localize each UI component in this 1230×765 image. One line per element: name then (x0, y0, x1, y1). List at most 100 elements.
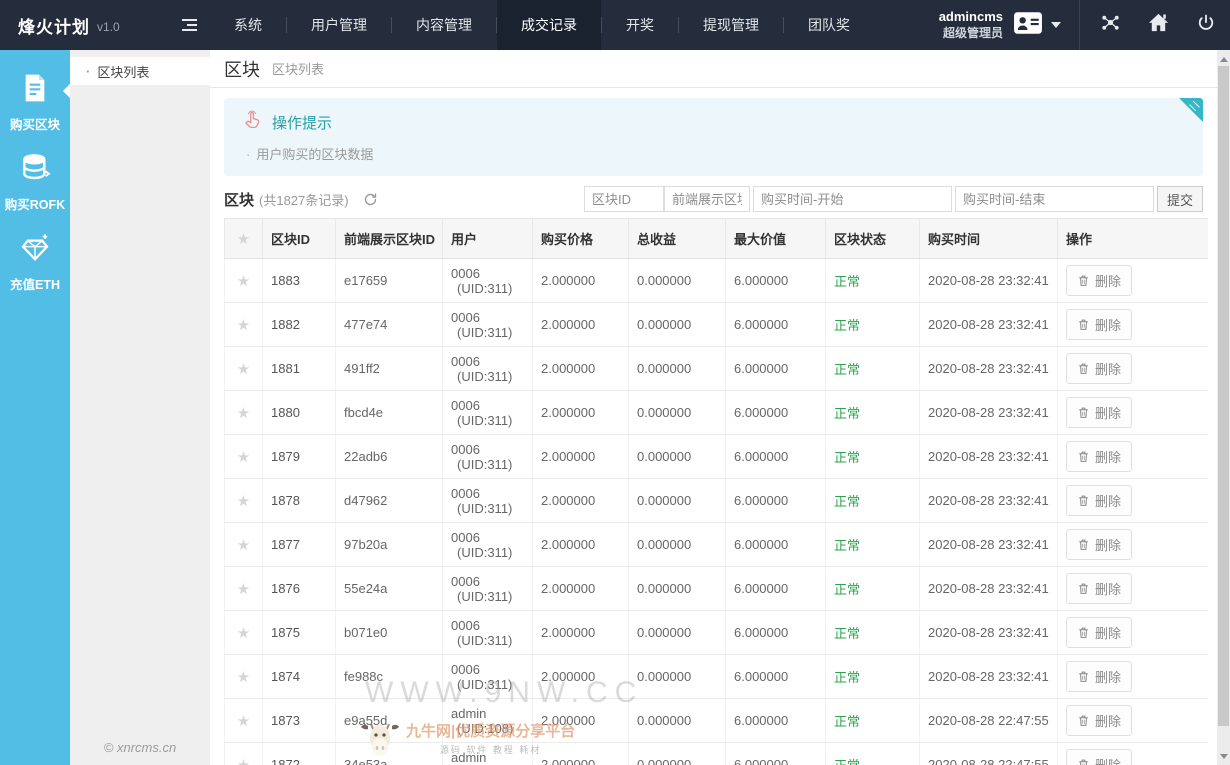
table-row: ★ 1883 e17659 0006 (UID:311) 2.000000 0.… (225, 259, 1208, 303)
scrollbar-thumb[interactable] (1218, 66, 1229, 726)
cell-front-id: b071e0 (336, 611, 443, 655)
scrollbar-up-arrow[interactable] (1217, 52, 1230, 66)
nav-item-lottery[interactable]: 开奖 (602, 0, 678, 50)
nav-item-transactions[interactable]: 成交记录 (497, 0, 601, 50)
cell-price: 2.000000 (533, 391, 629, 435)
delete-button[interactable]: 删除 (1066, 617, 1132, 648)
document-icon (19, 72, 51, 109)
cell-star: ★ (225, 567, 263, 611)
star-icon[interactable]: ★ (237, 405, 250, 422)
logout-button[interactable] (1182, 0, 1230, 50)
cell-star: ★ (225, 303, 263, 347)
sidebar-item-buy-rofk[interactable]: 购买ROFK (0, 142, 70, 222)
username: admincms (939, 9, 1003, 25)
cell-max: 6.000000 (726, 743, 826, 765)
star-icon[interactable]: ★ (237, 625, 250, 642)
cell-front-id: 97b20a (336, 523, 443, 567)
star-icon[interactable]: ★ (237, 713, 250, 730)
profile-menu[interactable] (1013, 11, 1061, 40)
cell-user: 0006 (UID:311) (443, 435, 533, 479)
cell-front-id: 55e24a (336, 567, 443, 611)
delete-button[interactable]: 删除 (1066, 485, 1132, 516)
front-block-id-input[interactable] (664, 186, 750, 212)
scrollbar-down-arrow[interactable] (1217, 749, 1230, 763)
alert-title: 操作提示 (272, 112, 332, 133)
table-row: ★ 1880 fbcd4e 0006 (UID:311) 2.000000 0.… (225, 391, 1208, 435)
network-button[interactable] (1086, 0, 1134, 50)
delete-button[interactable]: 删除 (1066, 353, 1132, 384)
star-icon[interactable]: ★ (237, 317, 250, 334)
blocks-table: ★ 区块ID 前端展示区块ID 用户 购买价格 总收益 最大价值 区块状态 购买… (224, 218, 1208, 765)
vertical-scrollbar[interactable] (1217, 50, 1230, 765)
buy-time-start-input[interactable] (753, 186, 952, 212)
sidebar-toggle-icon[interactable] (182, 19, 197, 31)
cell-time: 2020-08-28 22:47:55 (920, 699, 1058, 743)
star-icon[interactable]: ★ (237, 537, 250, 554)
cell-actions: 删除 (1058, 523, 1208, 567)
delete-button[interactable]: 删除 (1066, 573, 1132, 604)
home-button[interactable] (1134, 0, 1182, 50)
status-badge: 正常 (834, 626, 860, 641)
nav-item-team-bonus[interactable]: 团队奖 (784, 0, 874, 50)
delete-button[interactable]: 删除 (1066, 705, 1132, 736)
submit-button[interactable]: 提交 (1157, 186, 1203, 212)
table-row: ★ 1874 fe988c 0006 (UID:311) 2.000000 0.… (225, 655, 1208, 699)
star-icon[interactable]: ★ (237, 273, 250, 290)
nav-item-users[interactable]: 用户管理 (287, 0, 391, 50)
cell-time: 2020-08-28 23:32:41 (920, 259, 1058, 303)
star-icon: ★ (237, 231, 250, 248)
delete-button[interactable]: 删除 (1066, 309, 1132, 340)
cell-profit: 0.000000 (629, 435, 726, 479)
cell-max: 6.000000 (726, 303, 826, 347)
cell-user: 0006 (UID:311) (443, 259, 533, 303)
tip-alert: 操作提示 ·用户购买的区块数据 (224, 98, 1203, 176)
cell-actions: 删除 (1058, 347, 1208, 391)
table-row: ★ 1879 22adb6 0006 (UID:311) 2.000000 0.… (225, 435, 1208, 479)
table-title: 区块 (224, 189, 254, 210)
delete-button[interactable]: 删除 (1066, 749, 1132, 765)
star-icon[interactable]: ★ (237, 449, 250, 466)
status-badge: 正常 (834, 758, 860, 765)
cell-actions: 删除 (1058, 655, 1208, 699)
cell-price: 2.000000 (533, 699, 629, 743)
delete-button[interactable]: 删除 (1066, 397, 1132, 428)
sidebar-item-buy-block[interactable]: 购买区块 (0, 62, 70, 142)
star-icon[interactable]: ★ (237, 757, 250, 765)
table-row: ★ 1882 477e74 0006 (UID:311) 2.000000 0.… (225, 303, 1208, 347)
block-id-input[interactable] (584, 186, 664, 212)
chevron-down-icon (1051, 22, 1061, 28)
refresh-button[interactable] (363, 192, 378, 207)
sidebar-item-label: 购买区块 (10, 114, 60, 133)
cell-star: ★ (225, 743, 263, 765)
cell-max: 6.000000 (726, 611, 826, 655)
cell-profit: 0.000000 (629, 303, 726, 347)
star-icon[interactable]: ★ (237, 361, 250, 378)
sidebar-item-recharge-eth[interactable]: 充值ETH (0, 222, 70, 302)
delete-button[interactable]: 删除 (1066, 529, 1132, 560)
cell-block-id: 1878 (263, 479, 336, 523)
cell-star: ★ (225, 347, 263, 391)
nav-item-withdraw[interactable]: 提现管理 (679, 0, 783, 50)
delete-button[interactable]: 删除 (1066, 441, 1132, 472)
table-row: ★ 1878 d47962 0006 (UID:311) 2.000000 0.… (225, 479, 1208, 523)
cell-time: 2020-08-28 22:47:55 (920, 743, 1058, 765)
cell-status: 正常 (826, 567, 920, 611)
table-toolbar: 区块 (共1827条记录) 提交 (224, 186, 1203, 212)
buy-time-end-input[interactable] (955, 186, 1154, 212)
cell-star: ★ (225, 259, 263, 303)
cell-star: ★ (225, 479, 263, 523)
table-row: ★ 1876 55e24a 0006 (UID:311) 2.000000 0.… (225, 567, 1208, 611)
submenu-item-block-list[interactable]: · 区块列表 (70, 57, 210, 85)
delete-button[interactable]: 删除 (1066, 265, 1132, 296)
header-profit: 总收益 (629, 219, 726, 259)
cell-time: 2020-08-28 23:32:41 (920, 523, 1058, 567)
delete-button[interactable]: 删除 (1066, 661, 1132, 692)
nav-item-content[interactable]: 内容管理 (392, 0, 496, 50)
navbar-right: admincms 超级管理员 (939, 0, 1230, 50)
nav-item-system[interactable]: 系统 (210, 0, 286, 50)
cell-block-id: 1880 (263, 391, 336, 435)
star-icon[interactable]: ★ (237, 669, 250, 686)
filter-bar: 提交 (584, 186, 1203, 212)
star-icon[interactable]: ★ (237, 581, 250, 598)
star-icon[interactable]: ★ (237, 493, 250, 510)
